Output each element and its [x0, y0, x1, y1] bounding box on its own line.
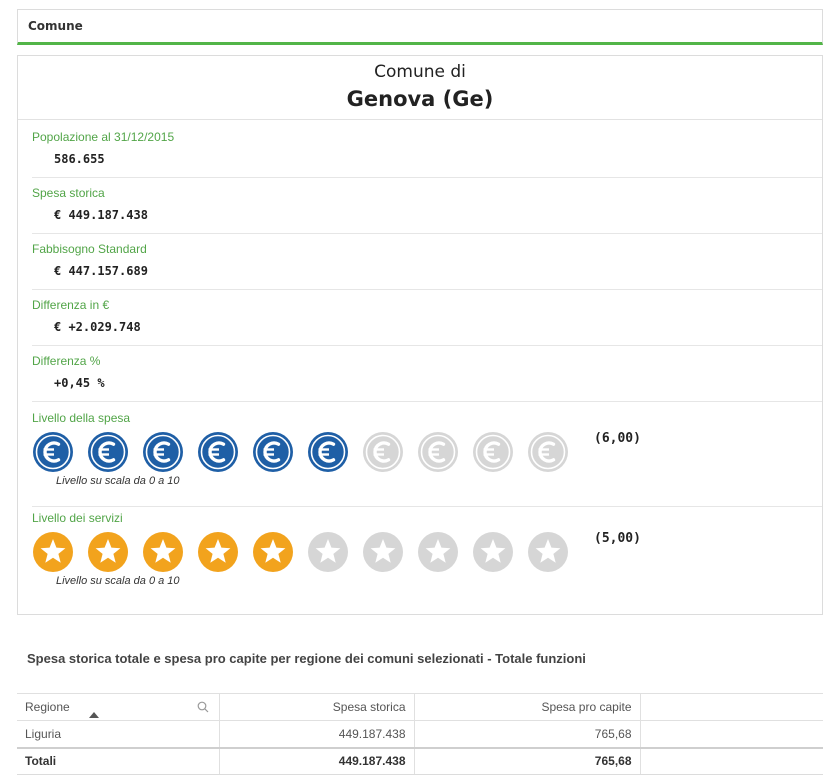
euro-coin-icon-filled	[197, 431, 244, 473]
kpi-fabbisogno: Fabbisogno Standard € 447.157.689	[32, 234, 822, 290]
cell-regione: Liguria	[17, 720, 220, 748]
star-icon-filled	[87, 531, 134, 573]
star-icon-empty	[527, 531, 574, 573]
kpi-value: € +2.029.748	[54, 320, 141, 334]
level-label: Livello della spesa	[32, 411, 131, 425]
totals-label: Totali	[17, 746, 220, 775]
star-icon-empty	[472, 531, 519, 573]
star-icon-empty	[307, 531, 354, 573]
cell-spesa-storica: 449.187.438	[219, 720, 415, 748]
cell-empty	[640, 746, 823, 775]
kpi-label: Differenza in €	[32, 298, 110, 312]
card-header: Comune di Genova (Ge)	[18, 56, 822, 120]
column-header-spesa-storica[interactable]: Spesa storica	[219, 693, 415, 721]
kpi-value: +0,45 %	[54, 376, 105, 390]
totals-spesa-storica: 449.187.438	[219, 746, 415, 775]
scale-note: Livello su scala da 0 a 10	[56, 575, 180, 587]
table-title: Spesa storica totale e spesa pro capite …	[27, 651, 586, 666]
kpi-differenza-euro: Differenza in € € +2.029.748	[32, 290, 822, 346]
kpi-spesa-storica: Spesa storica € 449.187.438	[32, 178, 822, 234]
column-header-empty	[640, 693, 823, 721]
table-header-row: Regione Spesa storica Spesa pro capite	[17, 693, 823, 721]
star-icon-empty	[362, 531, 409, 573]
column-header-label: Regione	[25, 700, 70, 714]
table-row[interactable]: Liguria 449.187.438 765,68	[17, 720, 823, 748]
euro-coin-icon-filled	[87, 431, 134, 473]
euro-coin-icon-empty	[417, 431, 464, 473]
star-icon-filled	[142, 531, 189, 573]
column-header-regione[interactable]: Regione	[17, 693, 220, 721]
star-icon-filled	[32, 531, 79, 573]
kpi-label: Fabbisogno Standard	[32, 242, 147, 256]
kpi-value: € 447.157.689	[54, 264, 148, 278]
star-icon-filled	[252, 531, 299, 573]
kpi-label: Differenza %	[32, 354, 101, 368]
column-header-pro-capite[interactable]: Spesa pro capite	[414, 693, 641, 721]
kpi-popolazione: Popolazione al 31/12/2015 586.655	[32, 122, 822, 178]
header-subtitle: Comune di	[374, 62, 466, 82]
euro-coin-icon-empty	[527, 431, 574, 473]
euro-coin-icon-filled	[142, 431, 189, 473]
star-icon-empty	[417, 531, 464, 573]
star-rating	[32, 531, 582, 573]
kpi-value: 586.655	[54, 152, 105, 166]
sort-arrow-icon[interactable]	[89, 712, 99, 718]
table-totals-row: Totali 449.187.438 765,68	[17, 746, 823, 775]
kpi-differenza-percent: Differenza % +0,45 %	[32, 346, 822, 402]
euro-coin-icon-filled	[32, 431, 79, 473]
euro-coin-icon-empty	[362, 431, 409, 473]
livello-servizi: Livello dei servizi (5,00) Livello su sc…	[32, 511, 822, 607]
scale-note: Livello su scala da 0 a 10	[56, 475, 180, 487]
cell-pro-capite: 765,68	[414, 720, 641, 748]
kpi-label: Spesa storica	[32, 186, 105, 200]
cell-empty	[640, 720, 823, 748]
level-score: (6,00)	[594, 431, 641, 446]
level-score: (5,00)	[594, 531, 641, 546]
kpi-label: Popolazione al 31/12/2015	[32, 130, 175, 144]
kpi-value: € 449.187.438	[54, 208, 148, 222]
level-label: Livello dei servizi	[32, 511, 123, 525]
euro-coin-icon-filled	[307, 431, 354, 473]
data-table: Regione Spesa storica Spesa pro capite L…	[17, 693, 823, 775]
filter-bar-comune[interactable]: Comune	[17, 9, 823, 45]
search-icon[interactable]	[197, 701, 209, 713]
euro-coin-icon-empty	[472, 431, 519, 473]
totals-pro-capite: 765,68	[414, 746, 641, 775]
livello-spesa: Livello della spesa (6,00) Livello su sc…	[32, 411, 822, 507]
euro-rating	[32, 431, 582, 473]
filter-label: Comune	[28, 19, 83, 33]
euro-coin-icon-filled	[252, 431, 299, 473]
star-icon-filled	[197, 531, 244, 573]
page-title: Genova (Ge)	[346, 87, 494, 111]
kpi-card: Comune di Genova (Ge) Popolazione al 31/…	[17, 55, 823, 615]
